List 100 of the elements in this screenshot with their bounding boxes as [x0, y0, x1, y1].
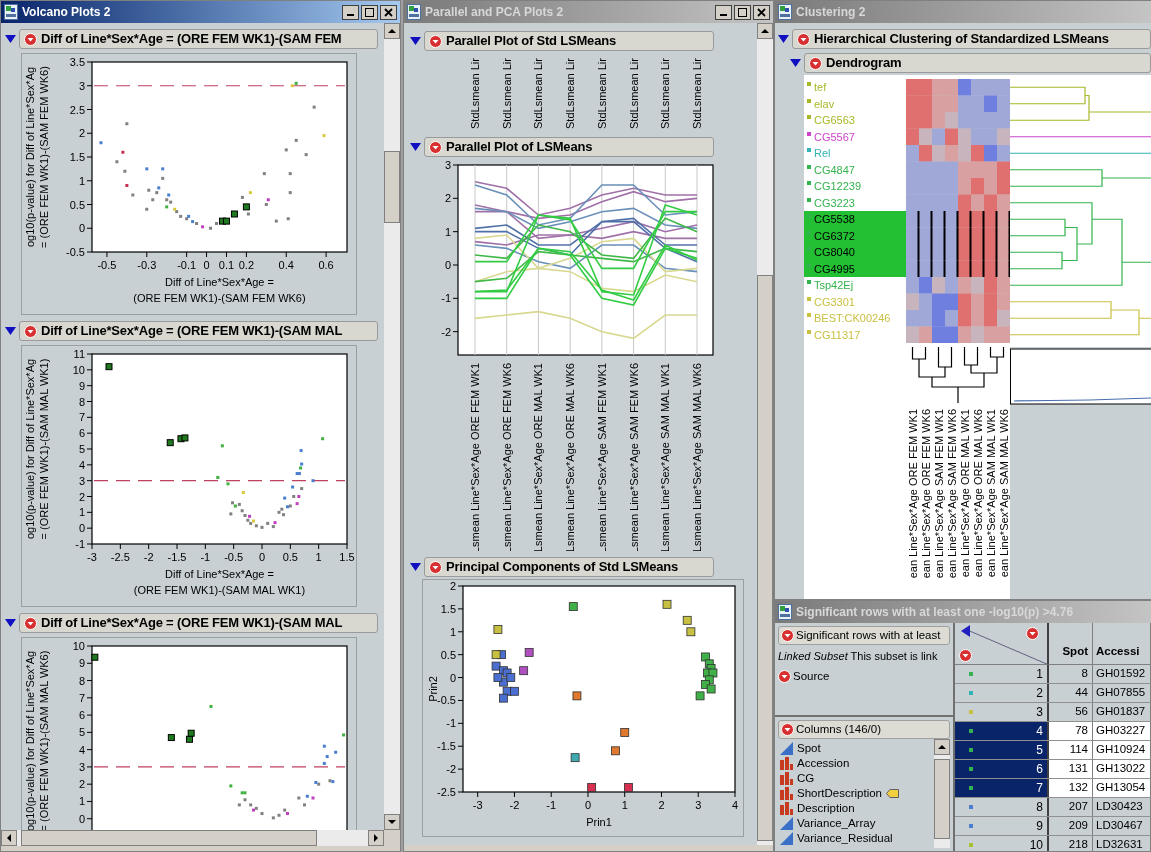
- row-label: tef: [814, 80, 827, 95]
- tick-label: 0: [78, 222, 85, 235]
- row-label: Tsp42Ej: [814, 278, 854, 293]
- tick-label: 3: [444, 159, 451, 171]
- window-title: Parallel and PCA Plots 2: [425, 4, 564, 21]
- axis-title: Diff of Line*Sex*Age =: [165, 276, 274, 288]
- tick-label: -2: [446, 763, 456, 776]
- header-title: Parallel Plot of Std LSMeans: [446, 32, 616, 50]
- tick-label: 0: [449, 671, 456, 684]
- axis-label: ean Line*Sex*Age SAM FEM WK6: [946, 409, 958, 579]
- header-title: Columns (146/0): [796, 721, 881, 737]
- tick-label: 0: [78, 812, 85, 825]
- tick-label: 10: [72, 363, 85, 376]
- row-label: elav: [814, 96, 835, 112]
- tick-label: -2: [441, 325, 451, 338]
- header-title: Dendrogram: [826, 54, 902, 72]
- row-number: 3: [1036, 704, 1043, 721]
- axis-title: og10(p-value) for Diff of Line*Sex*Ag: [24, 358, 36, 540]
- header-title: Diff of Line*Sex*Age = (ORE FEM WK1)-(SAM FEM: [41, 30, 342, 48]
- row-number: 7: [1036, 780, 1043, 797]
- row-number: 5: [1036, 742, 1043, 759]
- tick-label: 2: [78, 490, 85, 503]
- header-title: Principal Components of Std LSMeans: [446, 558, 679, 576]
- tick-label: 4: [78, 743, 85, 756]
- tick-label: 3: [78, 79, 85, 92]
- row-label: Rel: [814, 146, 831, 161]
- axis-label: ean Line*Sex*Age SAM MAL WK1: [985, 409, 997, 578]
- axis-label: StdLsmean Lir: [532, 58, 545, 129]
- tick-label: 0.2: [238, 259, 255, 271]
- tick-label: -0.5: [66, 246, 85, 258]
- axis-label: StdLsmean Lir: [659, 58, 672, 129]
- tick-label: 0.1: [218, 259, 235, 271]
- axis-label: StdLsmean Lir: [564, 58, 577, 129]
- axis-label: Lsmean Line*Sex*Age SAM MAL WK1: [659, 363, 672, 551]
- table-cell: GH03227: [1093, 722, 1151, 740]
- tick-label: 0: [444, 259, 451, 271]
- row-label: CG5567: [814, 129, 855, 145]
- axis-title: (ORE FEM WK1)-(SAM FEM WK6): [133, 292, 306, 304]
- axis-label: ean Line*Sex*Age ORE FEM WK6: [920, 409, 932, 579]
- table-cell: GH13022: [1093, 760, 1151, 778]
- tick-label: 2: [449, 580, 456, 592]
- table-cell: GH10924: [1093, 741, 1151, 759]
- tick-label: -1: [75, 538, 85, 550]
- axis-title: og10(p-value) for Diff of Line*Sex*Ag: [24, 650, 36, 830]
- table-cell: LD30467: [1093, 817, 1151, 835]
- axis-title: Prin1: [586, 816, 612, 828]
- axis-label: StdLsmean Lir: [469, 58, 481, 129]
- tick-label: 9: [78, 379, 85, 392]
- tick-label: -0.3: [137, 259, 157, 271]
- tick-label: -1: [441, 292, 451, 305]
- tick-label: 7: [78, 411, 85, 424]
- row-label: CG6372: [814, 228, 855, 244]
- tick-label: 8: [78, 674, 85, 687]
- tick-label: 1: [444, 225, 451, 238]
- tick-label: 2: [78, 127, 85, 140]
- axis-title: = (ORE FEM WK1)-(SAM FEM WK6): [38, 66, 50, 248]
- tick-label: -1: [446, 717, 456, 730]
- tick-label: 3: [695, 799, 702, 811]
- tick-label: 1: [315, 551, 322, 563]
- tick-label: 4: [78, 458, 85, 471]
- tick-label: -2.5: [437, 786, 456, 798]
- header-title: Diff of Line*Sex*Age = (ORE FEM WK1)-(SAM MAL: [41, 322, 343, 340]
- window-title: Volcano Plots 2: [22, 4, 111, 21]
- tick-label: -3: [472, 799, 483, 811]
- row-number: 9: [1036, 818, 1043, 835]
- row-label: CG8040: [814, 245, 855, 260]
- tick-label: 1: [78, 795, 85, 808]
- tick-label: -3: [87, 551, 97, 563]
- table-cell: 132: [1049, 779, 1093, 797]
- tick-label: -1: [546, 799, 557, 811]
- axis-label: StdLsmean Lir: [691, 58, 703, 129]
- table-cell: 78: [1049, 722, 1093, 740]
- tick-label: -0.5: [224, 551, 244, 563]
- tick-label: 4: [731, 799, 739, 811]
- header-title: Significant rows with at least: [796, 627, 941, 643]
- subset-note: Linked Subset This subset is link: [778, 649, 939, 664]
- row-number: 4: [1036, 723, 1043, 740]
- row-number: 8: [1036, 799, 1043, 816]
- header-title: Hierarchical Clustering of Standardized LSMeans: [814, 30, 1109, 48]
- axis-label: ean Line*Sex*Age ORE MAL WK6: [972, 409, 984, 578]
- tick-label: 0: [78, 522, 85, 535]
- row-number: 2: [1036, 685, 1043, 702]
- axis-label: ean Line*Sex*Age ORE FEM WK1: [907, 409, 919, 579]
- row-number: 1: [1036, 666, 1043, 683]
- tick-label: 1: [78, 174, 85, 187]
- tick-label: 1: [78, 506, 85, 519]
- axis-title: Prin2: [427, 676, 439, 702]
- row-label: BEST:CK00246: [814, 311, 891, 326]
- tick-label: -1.5: [167, 551, 187, 563]
- axis-label: ean Line*Sex*Age SAM FEM WK1: [933, 409, 945, 579]
- tick-label: 1: [449, 625, 456, 638]
- tick-label: -0.1: [177, 259, 197, 271]
- axis-label: StdLsmean Lir: [500, 58, 513, 129]
- row-label: CG6563: [814, 113, 855, 128]
- tick-label: 1.5: [69, 151, 85, 163]
- tick-label: 0: [258, 551, 266, 563]
- tick-label: -0.5: [97, 259, 117, 271]
- tick-label: 5: [78, 443, 85, 455]
- row-number: 6: [1036, 761, 1043, 778]
- tick-label: 9: [78, 657, 85, 670]
